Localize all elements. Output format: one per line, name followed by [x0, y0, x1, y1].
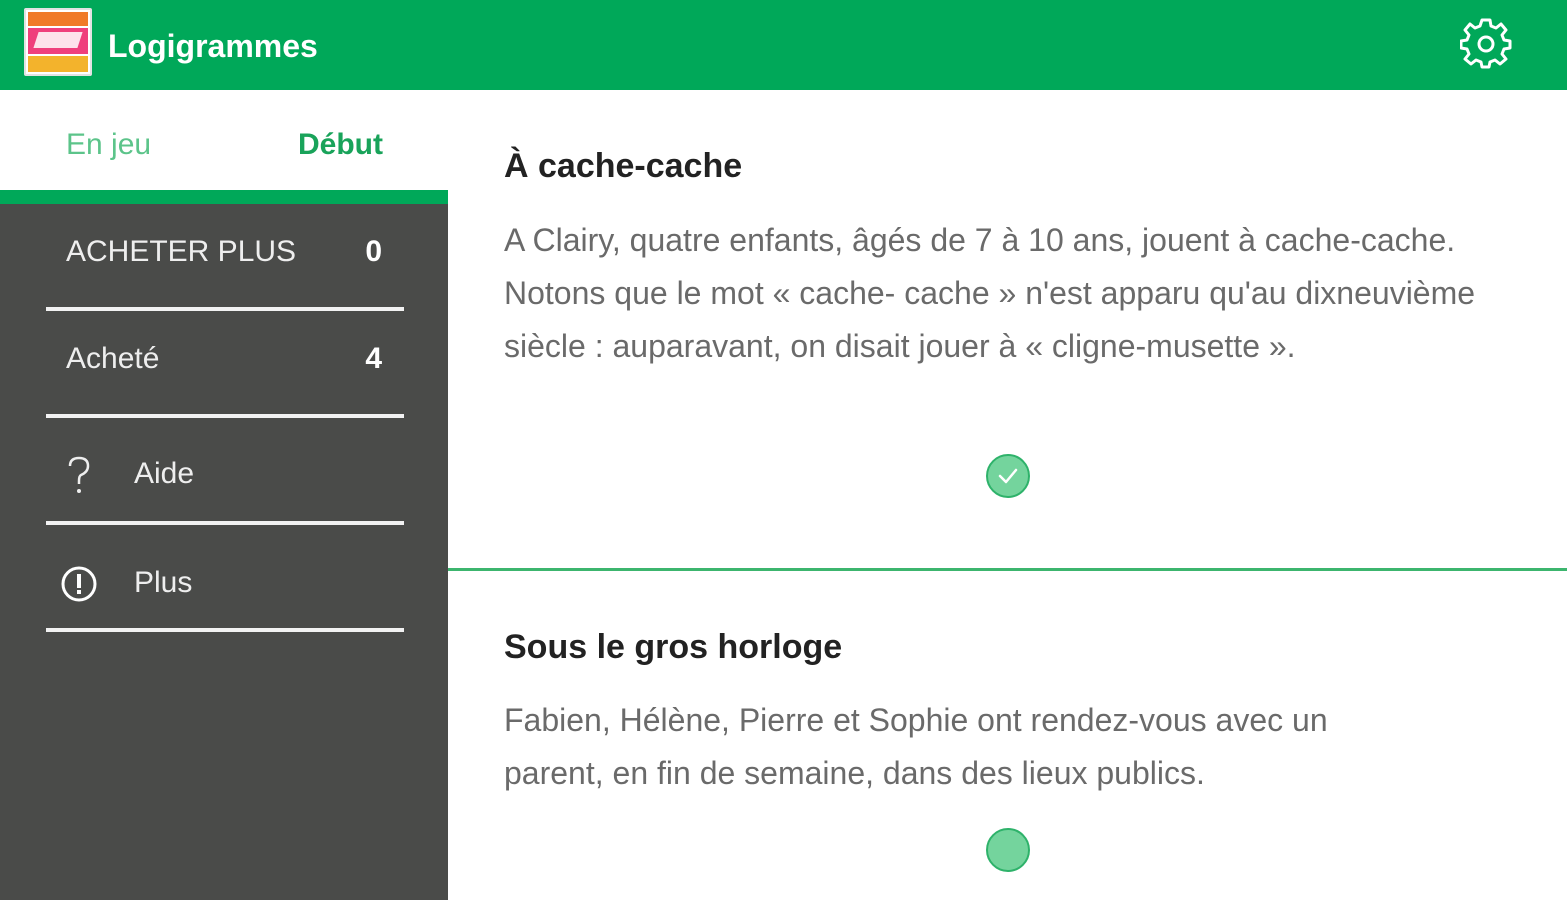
menu-item-label: Aide	[134, 457, 195, 490]
menu-item-label: ACHETER PLUS	[66, 235, 297, 268]
help-icon	[60, 456, 98, 494]
menu-item-plus[interactable]: Plus	[46, 525, 404, 632]
info-icon	[60, 565, 98, 603]
divider	[46, 628, 404, 632]
puzzle-description: Fabien, Hélène, Pierre et Sophie ont ren…	[504, 702, 1328, 791]
menu-item-acheter-plus[interactable]: ACHETER PLUS 0	[46, 204, 404, 311]
puzzle-title: À cache-cache	[504, 147, 743, 185]
gear-icon	[1460, 18, 1512, 69]
app-logo	[24, 8, 92, 76]
settings-button[interactable]	[1456, 14, 1516, 74]
menu-item-aide[interactable]: Aide	[46, 418, 404, 525]
tab-indicator	[0, 190, 448, 204]
sidebar: En jeu Début ACHETER PLUS 0 Acheté 4 Aid…	[0, 90, 448, 900]
sidebar-tabs: En jeu Début	[0, 90, 448, 190]
menu-item-achete[interactable]: Acheté 4	[46, 311, 404, 418]
menu-item-label: Acheté	[66, 342, 160, 375]
app-title: Logigrammes	[108, 28, 318, 64]
menu-item-count: 0	[365, 235, 382, 268]
tab-en-jeu[interactable]: En jeu	[66, 126, 151, 164]
divider	[448, 568, 1567, 571]
menu-item-label: Plus	[134, 566, 193, 599]
puzzle-title: Sous le gros horloge	[504, 628, 843, 666]
app-bar: Logigrammes	[0, 0, 1567, 90]
menu-item-count: 4	[365, 342, 382, 375]
check-circle-icon[interactable]	[986, 454, 1030, 498]
puzzle-list: À cache-cache A Clairy, quatre enfants, …	[448, 90, 1567, 900]
circle-icon[interactable]	[986, 828, 1030, 872]
puzzle-description: A Clairy, quatre enfants, âgés de 7 à 10…	[504, 222, 1476, 364]
tab-debut[interactable]: Début	[298, 126, 383, 164]
